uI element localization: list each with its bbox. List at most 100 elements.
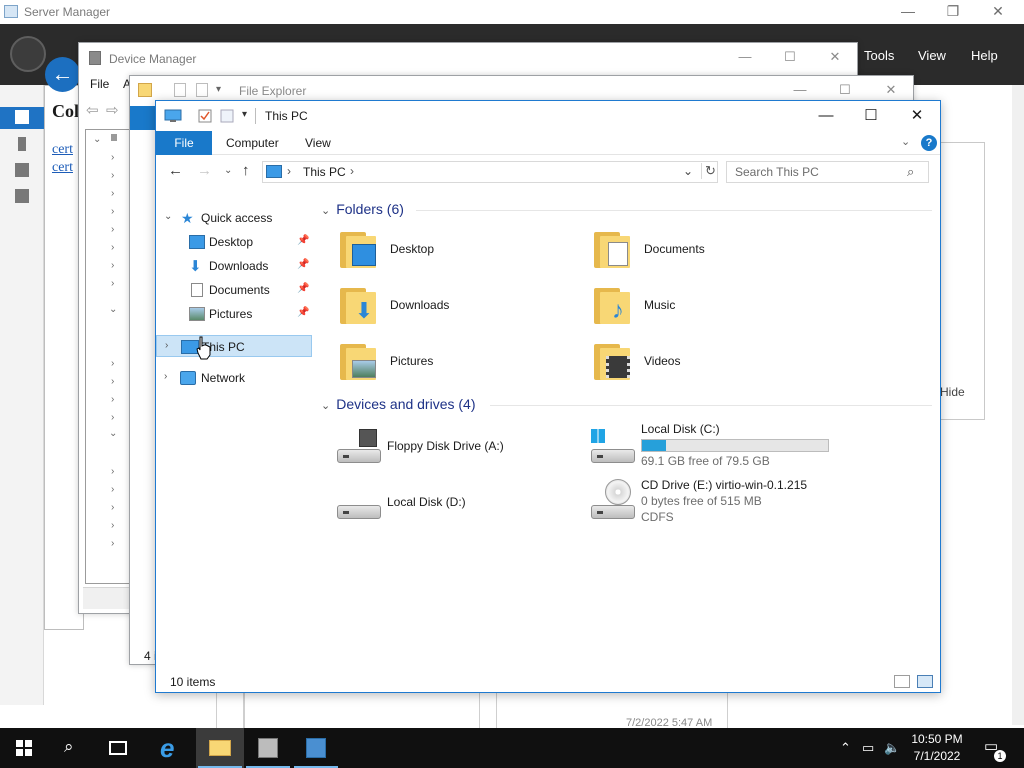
- expand-ribbon-icon[interactable]: ⌄: [901, 135, 910, 148]
- back-arrow-icon[interactable]: ←: [168, 162, 183, 179]
- breadcrumb-chevron-icon[interactable]: ›: [350, 164, 354, 178]
- minimize-button[interactable]: —: [900, 3, 916, 19]
- internet-explorer-button[interactable]: e: [148, 728, 196, 768]
- chevron-right-icon[interactable]: ›: [111, 412, 114, 423]
- search-input[interactable]: [727, 162, 907, 182]
- search-box[interactable]: ⌕: [726, 161, 929, 183]
- tab-view[interactable]: View: [305, 136, 331, 150]
- drive-floppy-a[interactable]: Floppy Disk Drive (A:): [337, 429, 617, 485]
- folder-downloads[interactable]: ⬇ Downloads: [340, 282, 570, 332]
- breadcrumb-this-pc[interactable]: This PC: [303, 165, 346, 179]
- chevron-down-icon[interactable]: ⌄: [93, 134, 101, 145]
- pin-icon[interactable]: 📌: [297, 235, 309, 246]
- clock-date[interactable]: 7/1/2022: [911, 749, 963, 763]
- chevron-right-icon[interactable]: ›: [164, 371, 167, 382]
- volume-muted-icon[interactable]: 🔈: [884, 740, 900, 756]
- customize-qat-icon[interactable]: ▾: [242, 109, 247, 120]
- local-server-icon[interactable]: [18, 137, 26, 151]
- nav-item-this-pc[interactable]: › This PC: [156, 335, 312, 357]
- address-bar[interactable]: › This PC › ⌄ ↻: [262, 161, 718, 183]
- address-dropdown-icon[interactable]: ⌄: [683, 164, 693, 178]
- show-hidden-icons[interactable]: ⌃: [840, 740, 851, 756]
- maximize-button[interactable]: ☐: [837, 82, 853, 98]
- chevron-down-icon[interactable]: ⌄: [109, 304, 117, 315]
- chevron-right-icon[interactable]: ›: [111, 206, 114, 217]
- search-button[interactable]: ⌕: [48, 728, 96, 768]
- hide-link[interactable]: Hide: [940, 385, 965, 399]
- maximize-button[interactable]: ☐: [782, 49, 798, 65]
- back-arrow-icon[interactable]: ⇦: [86, 101, 99, 119]
- nav-item-desktop[interactable]: Desktop 📌: [156, 231, 312, 253]
- chevron-right-icon[interactable]: ›: [111, 502, 114, 513]
- file-explorer-button[interactable]: [196, 728, 244, 768]
- forward-arrow-icon[interactable]: →: [197, 162, 212, 179]
- devices-group-header[interactable]: ⌄ Devices and drives (4): [321, 396, 476, 412]
- refresh-icon[interactable]: ↻: [701, 163, 719, 179]
- menu-tools[interactable]: Tools: [864, 48, 894, 63]
- chevron-right-icon[interactable]: ›: [111, 188, 114, 199]
- customize-qat-icon[interactable]: ▾: [216, 84, 221, 95]
- chevron-down-icon[interactable]: ⌄: [321, 400, 330, 412]
- folder-videos[interactable]: Videos: [594, 338, 824, 388]
- breadcrumb-chevron-icon[interactable]: ›: [287, 164, 291, 178]
- folders-group-header[interactable]: ⌄ Folders (6): [321, 201, 404, 217]
- task-view-button[interactable]: [96, 728, 144, 768]
- properties-icon[interactable]: [174, 83, 186, 97]
- chevron-down-icon[interactable]: ⌄: [109, 428, 117, 439]
- tab-computer[interactable]: Computer: [226, 136, 279, 150]
- nav-quick-access[interactable]: ⌄ ★ Quick access: [156, 207, 312, 229]
- chevron-right-icon[interactable]: ›: [111, 394, 114, 405]
- close-button[interactable]: ✕: [990, 3, 1006, 19]
- network-status-icon[interactable]: ▭: [862, 740, 874, 756]
- chevron-right-icon[interactable]: ›: [111, 484, 114, 495]
- properties-icon[interactable]: [198, 109, 212, 123]
- chevron-right-icon[interactable]: ›: [111, 520, 114, 531]
- chevron-right-icon[interactable]: ›: [111, 466, 114, 477]
- close-button[interactable]: ✕: [906, 107, 928, 125]
- recent-locations-icon[interactable]: ⌄: [224, 165, 232, 176]
- new-folder-icon[interactable]: [220, 109, 234, 123]
- start-button[interactable]: [0, 728, 48, 768]
- drive-cd-e[interactable]: CD Drive (E:) virtio-win-0.1.215 0 bytes…: [591, 478, 871, 534]
- chevron-right-icon[interactable]: ›: [111, 376, 114, 387]
- drive-local-d[interactable]: Local Disk (D:): [337, 485, 617, 541]
- minimize-button[interactable]: —: [737, 49, 753, 65]
- folder-desktop[interactable]: Desktop: [340, 226, 570, 276]
- tab-file[interactable]: File: [156, 131, 212, 155]
- tiles-view-icon[interactable]: [917, 675, 933, 688]
- menu-help[interactable]: Help: [971, 48, 998, 63]
- nav-item-network[interactable]: › Network: [156, 367, 312, 389]
- folder-music[interactable]: ♪ Music: [594, 282, 824, 332]
- pin-icon[interactable]: 📌: [297, 283, 309, 294]
- nav-item-documents[interactable]: Documents 📌: [156, 279, 312, 301]
- chevron-right-icon[interactable]: ›: [111, 224, 114, 235]
- back-arrow-icon[interactable]: ←: [45, 57, 80, 92]
- close-button[interactable]: ✕: [883, 82, 899, 98]
- chevron-right-icon[interactable]: ›: [111, 358, 114, 369]
- nav-item-downloads[interactable]: ⬇ Downloads 📌: [156, 255, 312, 277]
- chevron-down-icon[interactable]: ⌄: [164, 211, 172, 222]
- chevron-right-icon[interactable]: ›: [111, 278, 114, 289]
- menu-view[interactable]: View: [918, 48, 946, 63]
- maximize-button[interactable]: ☐: [860, 107, 882, 125]
- help-icon[interactable]: ?: [921, 135, 937, 151]
- chevron-right-icon[interactable]: ›: [165, 340, 168, 351]
- pin-icon[interactable]: 📌: [297, 259, 309, 270]
- close-button[interactable]: ✕: [827, 49, 843, 65]
- all-servers-icon[interactable]: [15, 163, 29, 177]
- chevron-down-icon[interactable]: ⌄: [321, 205, 330, 217]
- minimize-button[interactable]: —: [792, 82, 808, 98]
- folder-documents[interactable]: Documents: [594, 226, 824, 276]
- menu-file[interactable]: File: [90, 77, 109, 91]
- network-manager-button[interactable]: [292, 728, 340, 768]
- file-services-icon[interactable]: [15, 189, 29, 203]
- clock-time[interactable]: 10:50 PM: [911, 732, 963, 746]
- details-view-icon[interactable]: [894, 675, 910, 688]
- cert-link-1[interactable]: cert: [52, 142, 73, 158]
- server-manager-button[interactable]: [244, 728, 292, 768]
- folder-pictures[interactable]: Pictures: [340, 338, 570, 388]
- pin-icon[interactable]: 📌: [297, 307, 309, 318]
- server-manager-back-button[interactable]: [10, 36, 46, 72]
- nav-item-pictures[interactable]: Pictures 📌: [156, 303, 312, 325]
- up-arrow-icon[interactable]: ↑: [242, 162, 250, 179]
